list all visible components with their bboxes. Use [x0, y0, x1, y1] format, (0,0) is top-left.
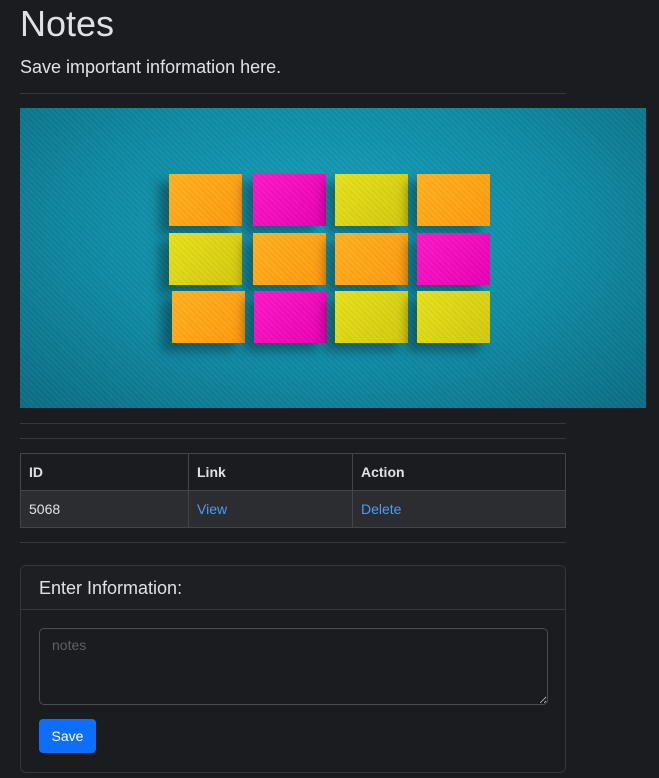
- divider: [20, 93, 566, 94]
- sticky-notes-image: [20, 108, 646, 408]
- sticky-note: [169, 233, 242, 285]
- sticky-note: [172, 291, 245, 343]
- sticky-note: [335, 233, 408, 285]
- table-header-row: ID Link Action: [20, 453, 566, 491]
- sticky-note: [417, 233, 490, 285]
- divider: [20, 423, 566, 424]
- table-row: 5068 View Delete: [20, 490, 566, 528]
- divider: [20, 438, 566, 439]
- form-heading: Enter Information:: [21, 566, 565, 610]
- information-form-card: Enter Information: Save: [20, 565, 566, 773]
- divider: [20, 542, 566, 543]
- sticky-note: [335, 291, 408, 343]
- save-button[interactable]: Save: [39, 719, 96, 753]
- notes-table: ID Link Action 5068 View Delete: [20, 453, 566, 528]
- view-link[interactable]: View: [197, 501, 227, 517]
- sticky-note: [417, 174, 490, 226]
- note-id-cell: 5068: [20, 490, 189, 528]
- sticky-note: [335, 174, 408, 226]
- sticky-note: [169, 174, 242, 226]
- column-header-action: Action: [352, 453, 566, 491]
- page-title: Notes: [20, 3, 115, 44]
- column-header-link: Link: [188, 453, 353, 491]
- sticky-note: [253, 233, 326, 285]
- note-link-cell: View: [188, 490, 353, 528]
- note-action-cell: Delete: [352, 490, 566, 528]
- sticky-note: [417, 291, 490, 343]
- delete-link[interactable]: Delete: [361, 501, 401, 517]
- page-subtitle: Save important information here.: [20, 57, 282, 77]
- sticky-note: [253, 174, 326, 226]
- sticky-note: [254, 291, 327, 343]
- notes-textarea[interactable]: [39, 628, 548, 705]
- column-header-id: ID: [20, 453, 189, 491]
